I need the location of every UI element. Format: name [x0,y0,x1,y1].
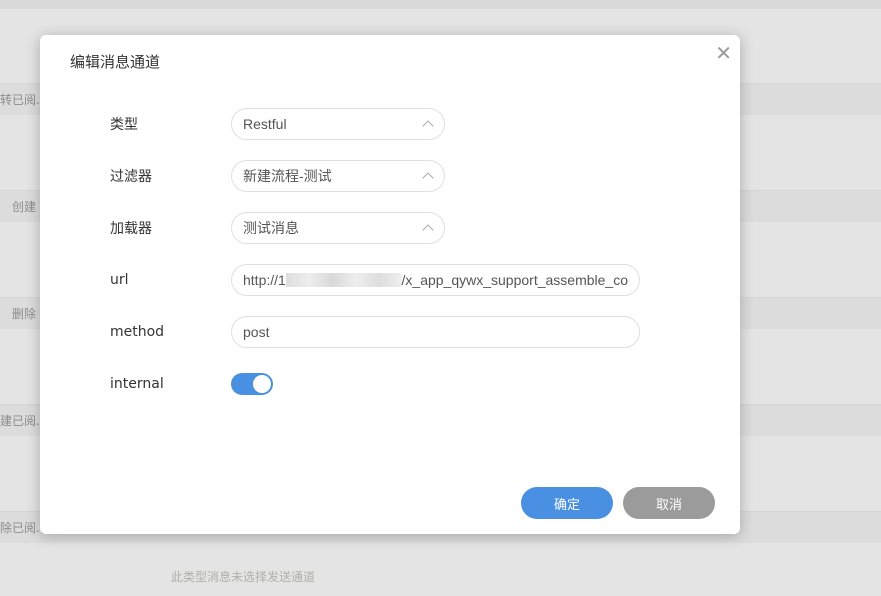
internal-row: internal [110,368,273,400]
cancel-button[interactable]: 取消 [623,487,715,519]
type-row: 类型 Restful [110,108,445,140]
filter-value: 新建流程-测试 [243,168,332,184]
type-value: Restful [243,116,287,132]
chevron-up-icon [422,172,434,184]
close-icon[interactable]: ✕ [715,43,732,63]
method-value: post [243,324,270,340]
confirm-button[interactable]: 确定 [521,487,613,519]
redacted-host [285,273,402,287]
url-input[interactable]: http://1/x_app_qywx_support_assemble_co [231,264,640,296]
url-label: url [110,272,129,288]
type-label: 类型 [110,117,138,133]
method-row: method post [110,316,640,348]
dialog-title: 编辑消息通道 [70,53,161,71]
chevron-up-icon [422,120,434,132]
edit-channel-dialog: 编辑消息通道 ✕ 类型 Restful 过滤器 新建流程-测试 加载器 测试消息… [40,35,740,534]
filter-row: 过滤器 新建流程-测试 [110,160,445,192]
top-bar [0,0,881,9]
loader-value: 测试消息 [243,220,299,236]
loader-row: 加载器 测试消息 [110,212,445,244]
empty-channel-notice: 此类型消息未选择发送通道 [171,570,316,584]
toggle-knob [253,375,271,393]
filter-select[interactable]: 新建流程-测试 [231,160,445,192]
method-label: method [110,324,165,340]
chevron-up-icon [422,224,434,236]
loader-select[interactable]: 测试消息 [231,212,445,244]
filter-label: 过滤器 [110,169,152,185]
background-row-text: 删除 [12,307,37,321]
url-prefix: http://1 [243,272,286,288]
url-suffix: /x_app_qywx_support_assemble_co [401,272,628,288]
loader-label: 加载器 [110,221,152,237]
type-select[interactable]: Restful [231,108,445,140]
internal-toggle[interactable] [231,373,273,395]
background-row-text: 创建 [12,200,37,214]
url-row: url http://1/x_app_qywx_support_assemble… [110,264,640,296]
method-input[interactable]: post [231,316,640,348]
internal-label: internal [110,376,164,392]
